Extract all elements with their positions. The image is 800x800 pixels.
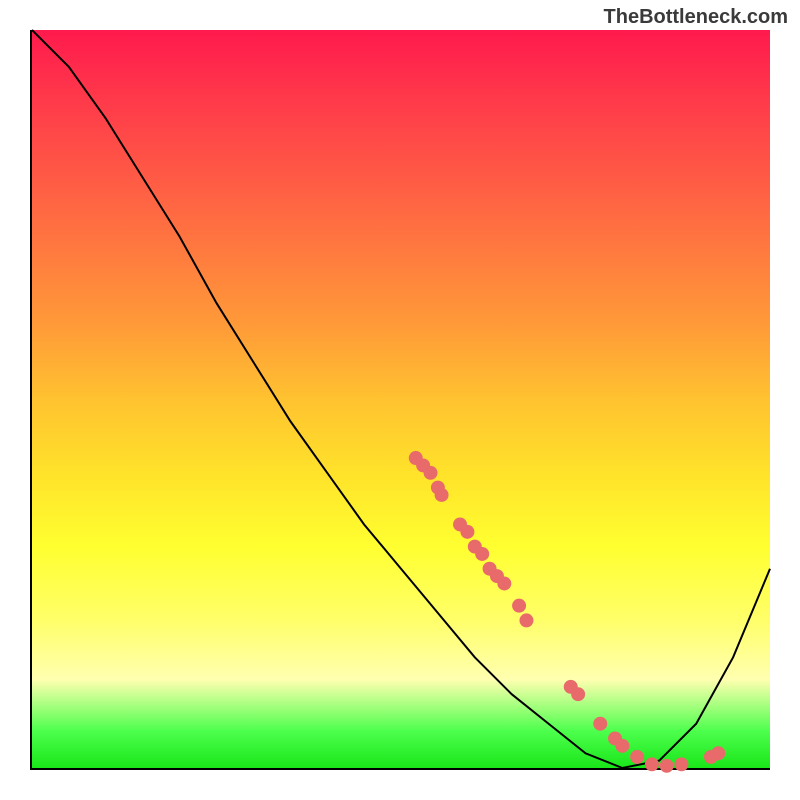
data-point (711, 746, 725, 760)
scatter-dots (409, 451, 726, 773)
data-point (512, 599, 526, 613)
data-point (630, 750, 644, 764)
data-point (674, 757, 688, 771)
data-point (424, 466, 438, 480)
data-point (497, 577, 511, 591)
data-point (519, 613, 533, 627)
data-point (660, 759, 674, 773)
watermark-label: TheBottleneck.com (604, 6, 788, 29)
bottleneck-curve (32, 30, 770, 768)
chart-svg (32, 30, 770, 768)
chart-plot-area (30, 30, 770, 770)
data-point (435, 488, 449, 502)
data-point (475, 547, 489, 561)
data-point (460, 525, 474, 539)
data-point (571, 687, 585, 701)
data-point (645, 757, 659, 771)
data-point (593, 717, 607, 731)
data-point (615, 739, 629, 753)
